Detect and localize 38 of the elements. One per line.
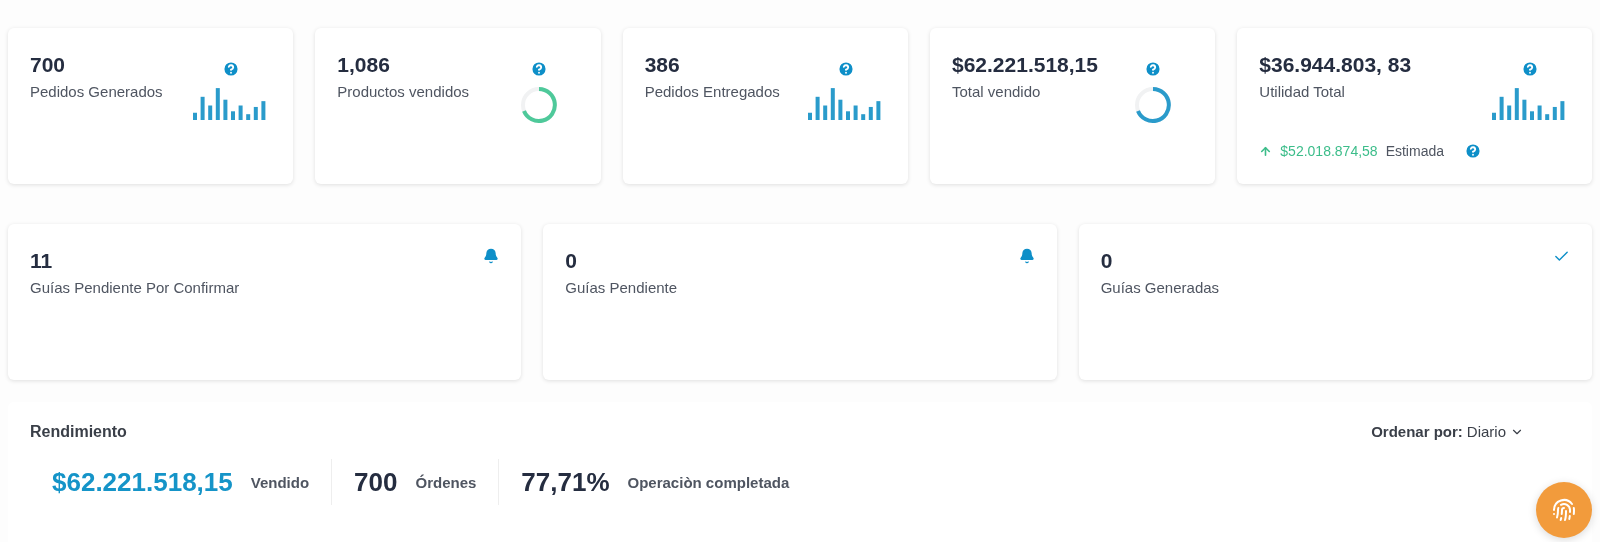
guide-label: Guías Pendiente Por Confirmar <box>30 279 241 296</box>
help-icon[interactable] <box>1144 60 1163 78</box>
metric-label: Operaciòn completada <box>627 473 790 491</box>
guide-label: Guías Generadas <box>1100 279 1221 296</box>
estimate-label: Estimada <box>1385 143 1444 159</box>
guide-count: 0 <box>565 248 578 273</box>
donut-chart <box>519 86 558 124</box>
help-icon[interactable] <box>529 60 548 78</box>
arrow-up-icon <box>1259 144 1273 158</box>
guide-count: 11 <box>30 248 54 273</box>
metric-label: Órdenes <box>415 473 477 491</box>
panel-title: Rendimiento <box>30 422 127 441</box>
stat-value: $36.944.803, 83 <box>1259 52 1413 77</box>
help-icon[interactable] <box>222 60 241 78</box>
stat-label: Utilidad Total <box>1259 83 1346 100</box>
stat-value: 386 <box>644 52 681 77</box>
stat-label: Pedidos Generados <box>30 83 164 100</box>
guide-count: 0 <box>1100 248 1114 273</box>
metric-value: 77,71% <box>521 466 610 498</box>
help-icon[interactable] <box>1464 142 1482 160</box>
stat-label: Productos vendidos <box>337 83 471 100</box>
metric-value: 700 <box>354 466 398 498</box>
bell-icon <box>1018 248 1035 264</box>
stat-label: Pedidos Entregados <box>644 83 781 100</box>
estimate-amount: $52.018.874,58 <box>1280 143 1378 159</box>
stat-value: $62.221.518,15 <box>952 52 1099 77</box>
stat-label: Total vendido <box>952 83 1042 100</box>
guide-label: Guías Pendiente <box>565 279 679 296</box>
help-icon[interactable] <box>837 60 855 78</box>
sort-dropdown[interactable]: Ordenar por: Diario <box>1365 422 1530 441</box>
metric-label: Vendido <box>250 473 310 491</box>
stat-value: 1,086 <box>337 52 391 77</box>
help-icon[interactable] <box>1521 60 1539 78</box>
stat-value: 700 <box>30 52 67 77</box>
metric-value: $62.221.518,15 <box>52 466 233 498</box>
fingerprint-icon <box>1552 498 1576 522</box>
bell-icon <box>483 248 500 264</box>
donut-chart <box>1134 86 1173 124</box>
